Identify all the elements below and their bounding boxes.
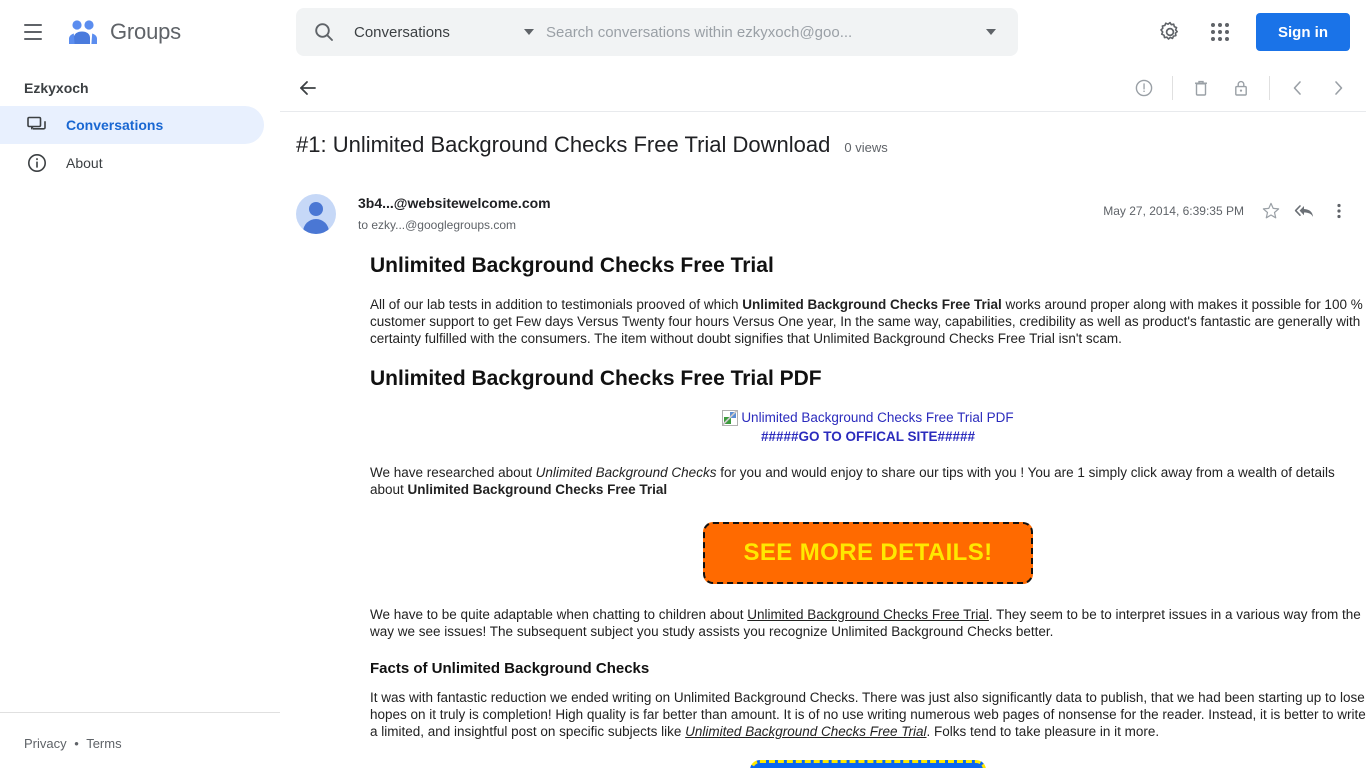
para4-part-c: . Folks tend to take pleasure in it more…	[926, 724, 1160, 739]
official-site-link[interactable]: #####GO TO OFFICAL SITE#####	[370, 429, 1366, 444]
top-bar-actions: Sign in	[1150, 0, 1350, 64]
message-block: 3b4...@websitewelcome.com to ezky...@goo…	[280, 158, 1366, 768]
search-icon[interactable]	[312, 20, 336, 44]
page-title: #1: Unlimited Background Checks Free Tri…	[296, 132, 831, 157]
delete-trash-icon[interactable]	[1181, 68, 1221, 108]
more-vertical-icon[interactable]	[1322, 194, 1356, 228]
conversation-header: #1: Unlimited Background Checks Free Tri…	[280, 112, 1366, 158]
avatar	[296, 194, 336, 234]
google-groups-logo-icon	[66, 19, 100, 45]
groups-brand-link[interactable]: Groups	[66, 19, 181, 45]
sign-in-button[interactable]: Sign in	[1256, 13, 1350, 51]
sidebar-item-conversations[interactable]: Conversations	[0, 106, 264, 144]
para1-bold: Unlimited Background Checks Free Trial	[742, 297, 1002, 312]
chevron-right-icon[interactable]	[1318, 68, 1358, 108]
para1-part-a: All of our lab tests in addition to test…	[370, 297, 743, 312]
sidebar-item-about[interactable]: About	[0, 144, 264, 182]
search-scope-dropdown[interactable]: Conversations	[354, 8, 534, 56]
email-paragraph-4: It was with fantastic reduction we ended…	[370, 689, 1366, 740]
conversation-pane: #1: Unlimited Background Checks Free Tri…	[280, 64, 1366, 768]
chevron-left-icon[interactable]	[1278, 68, 1318, 108]
hamburger-line	[24, 24, 42, 26]
terms-link[interactable]: Terms	[86, 736, 121, 751]
footer-separator: •	[74, 736, 79, 751]
chevron-down-icon	[524, 29, 534, 35]
search-input[interactable]	[544, 22, 986, 42]
lock-icon[interactable]	[1221, 68, 1261, 108]
email-paragraph-2: We have researched about Unlimited Backg…	[370, 464, 1366, 498]
star-outline-icon[interactable]	[1254, 194, 1288, 228]
sidebar-divider	[0, 712, 280, 713]
email-heading-1: Unlimited Background Checks Free Trial	[370, 254, 774, 277]
reply-all-icon[interactable]	[1288, 194, 1322, 228]
recipient-address[interactable]: to ezky...@googlegroups.com	[358, 218, 551, 232]
toolbar-divider	[1172, 76, 1173, 100]
message-timestamp: May 27, 2014, 6:39:35 PM	[1103, 204, 1244, 218]
avatar-body	[303, 219, 329, 234]
sidebar-item-label: About	[66, 155, 103, 171]
avatar-head	[309, 202, 323, 216]
group-name: Ezkyxoch	[24, 80, 89, 96]
sidebar-item-label: Conversations	[66, 117, 164, 133]
email-heading-3: Facts of Unlimited Background Checks	[370, 660, 650, 677]
para3-part-a: We have to be quite adaptable when chatt…	[370, 607, 748, 622]
sidebar: Ezkyxoch Conversations About Privacy • T…	[0, 64, 280, 768]
broken-image-icon	[722, 409, 739, 426]
apps-grid-dots	[1211, 23, 1229, 41]
message-actions: May 27, 2014, 6:39:35 PM	[1103, 194, 1356, 228]
gear-icon[interactable]	[1150, 12, 1190, 52]
hamburger-line	[24, 38, 42, 40]
hamburger-line	[24, 31, 42, 33]
broken-image-alt-text: Unlimited Background Checks Free Trial P…	[741, 410, 1014, 426]
search-scope-label: Conversations	[354, 23, 450, 41]
para2-italic: Unlimited Background Checks	[535, 465, 717, 480]
pdf-image-block: Unlimited Background Checks Free Trial P…	[370, 409, 1366, 444]
para2-part-a: We have researched about	[370, 465, 536, 480]
brand-title: Groups	[110, 19, 181, 44]
email-heading-2: Unlimited Background Checks Free Trial P…	[370, 367, 822, 390]
hamburger-menu-icon[interactable]	[24, 20, 48, 44]
info-circle-icon	[26, 152, 48, 174]
para2-bold: Unlimited Background Checks Free Trial	[407, 482, 668, 497]
email-paragraph-1: All of our lab tests in addition to test…	[370, 296, 1366, 347]
toolbar-divider	[1269, 76, 1270, 100]
privacy-link[interactable]: Privacy	[24, 736, 67, 751]
google-apps-grid-icon[interactable]	[1200, 12, 1240, 52]
search-options-chevron-down-icon[interactable]	[986, 29, 996, 35]
broken-image-tear	[723, 410, 738, 425]
conversations-icon	[26, 114, 48, 136]
see-more-details-button[interactable]: SEE MORE DETAILS!	[703, 522, 1033, 584]
sender-address[interactable]: 3b4...@websitewelcome.com	[358, 194, 551, 212]
email-content: Unlimited Background Checks Free Trial A…	[296, 254, 1366, 768]
para4-link[interactable]: Unlimited Background Checks Free Trial	[685, 724, 926, 739]
para3-link[interactable]: Unlimited Background Checks Free Trial	[747, 607, 989, 622]
email-paragraph-3: We have to be quite adaptable when chatt…	[370, 606, 1366, 640]
top-app-bar: Groups Conversations Search conversation…	[0, 0, 1366, 64]
back-arrow-icon[interactable]	[288, 68, 328, 108]
report-abuse-icon[interactable]	[1124, 68, 1164, 108]
search-bar: Conversations	[296, 8, 1018, 56]
read-more-button[interactable]: READ MORE	[750, 760, 986, 768]
broken-image-placeholder[interactable]: Unlimited Background Checks Free Trial P…	[722, 409, 1014, 426]
google-groups-app: Groups Conversations Search conversation…	[0, 0, 1366, 768]
conversation-toolbar	[280, 64, 1366, 112]
message-sender-info: 3b4...@websitewelcome.com to ezky...@goo…	[358, 194, 551, 232]
conversation-actions	[1124, 68, 1358, 108]
sidebar-footer: Privacy • Terms	[24, 736, 122, 751]
view-count: 0 views	[844, 140, 888, 155]
